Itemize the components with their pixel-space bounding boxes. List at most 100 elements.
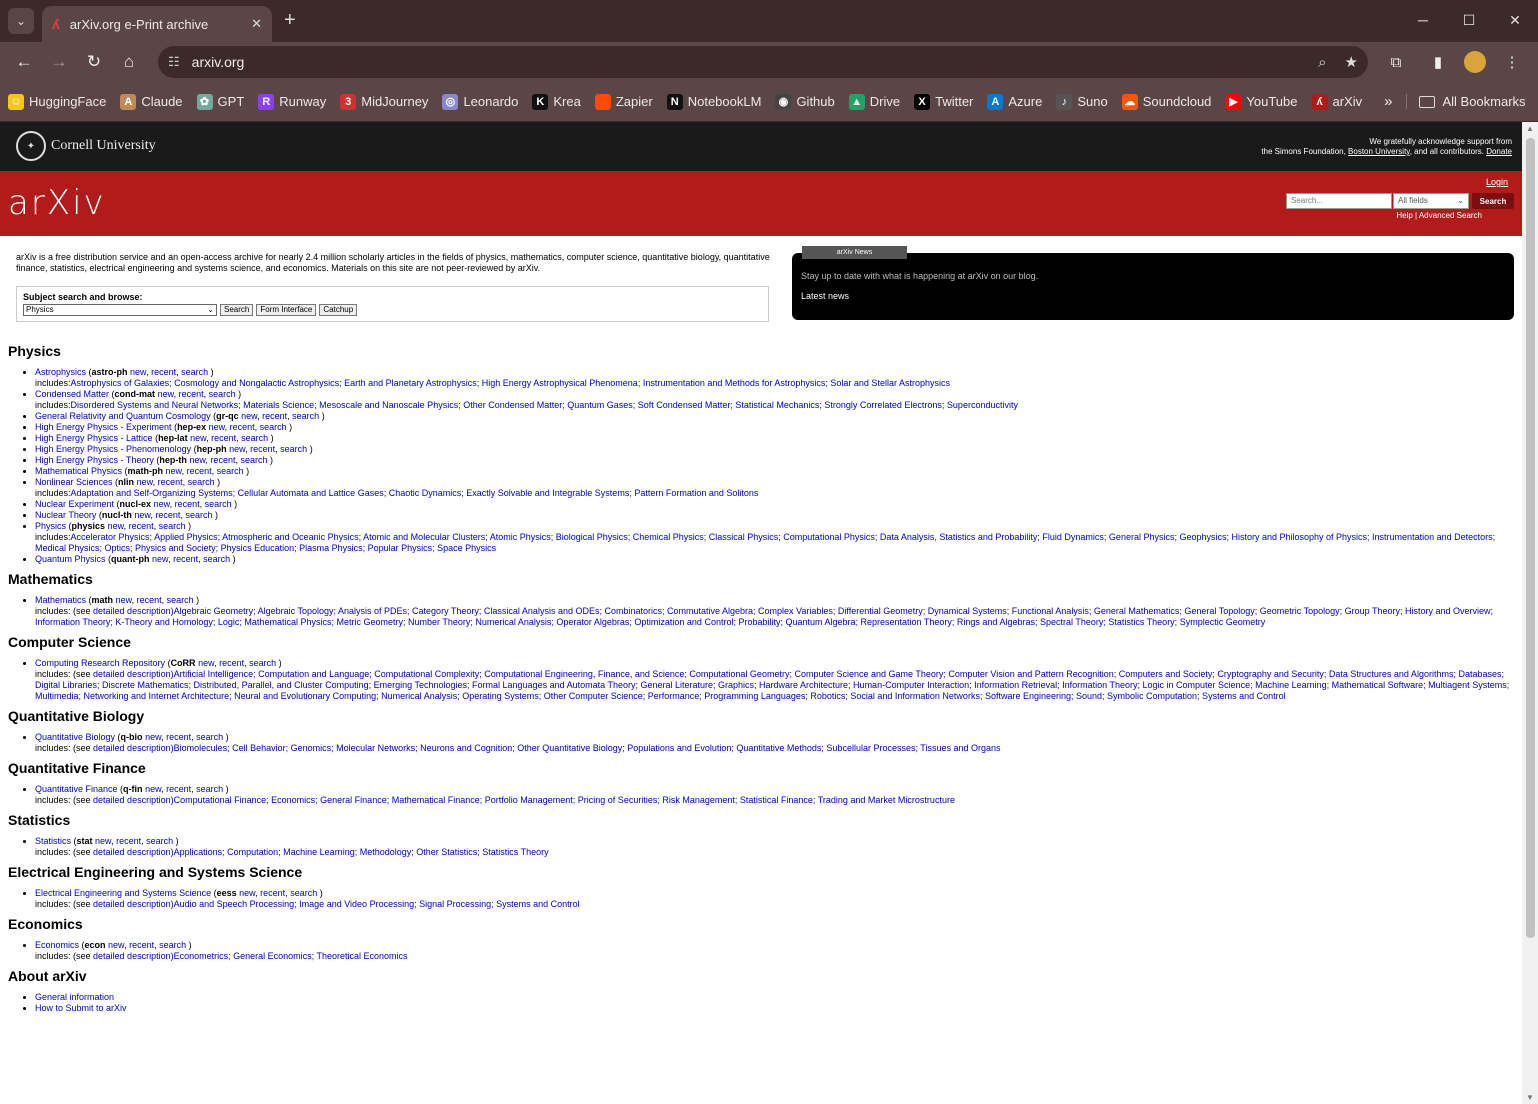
archive-search-link[interactable]: search [196, 732, 223, 742]
archive-link[interactable]: Mathematics [35, 595, 86, 605]
back-arrow-icon[interactable]: ← [8, 46, 40, 78]
url-text[interactable]: arxiv.org [192, 54, 1300, 70]
detailed-description-link[interactable]: detailed description) [93, 847, 174, 857]
cornell-name[interactable]: Cornell University [51, 138, 156, 154]
bookmark-item[interactable]: A Azure [987, 93, 1042, 110]
search-field-select[interactable]: All fields ⌄ [1393, 193, 1469, 209]
archive-new-link[interactable]: new [145, 784, 161, 794]
page-scrollbar[interactable]: ▲ ▼ [1522, 122, 1538, 1104]
archive-recent-link[interactable]: recent [173, 554, 198, 564]
donate-link[interactable]: Donate [1486, 147, 1512, 156]
archive-new-link[interactable]: new [229, 444, 245, 454]
bookmark-item[interactable]: ☁ Soundcloud [1121, 93, 1211, 110]
archive-new-link[interactable]: new [130, 367, 146, 377]
forward-arrow-icon[interactable]: → [43, 46, 75, 78]
archive-recent-link[interactable]: recent [210, 455, 235, 465]
archive-link[interactable]: How to Submit to arXiv [35, 1003, 127, 1013]
archive-search-link[interactable]: search [167, 595, 194, 605]
subcategory-links[interactable]: Accelerator Physics; Applied Physics; At… [35, 532, 1495, 553]
tab-arxiv[interactable]: ʎ arXiv.org e-Print archive ✕ [42, 6, 272, 42]
zoom-magnifier-icon[interactable]: ⌕ [1318, 54, 1326, 71]
latest-news-link[interactable]: Latest news [801, 291, 849, 301]
subcategory-links[interactable]: Astrophysics of Galaxies; Cosmology and … [71, 378, 950, 388]
archive-link[interactable]: Statistics [35, 836, 71, 846]
archive-recent-link[interactable]: recent [137, 595, 162, 605]
archive-new-link[interactable]: new [158, 389, 174, 399]
archive-recent-link[interactable]: recent [219, 658, 244, 668]
archive-new-link[interactable]: new [108, 940, 124, 950]
more-bookmarks-chevron-icon[interactable]: » [1384, 93, 1392, 110]
subcategory-links[interactable]: Adaptation and Self-Organizing Systems; … [71, 488, 759, 498]
catchup-button[interactable]: Catchup [319, 304, 358, 316]
archive-new-link[interactable]: new [154, 499, 170, 509]
tab-search-chevron-icon[interactable]: ⌄ [8, 8, 34, 34]
archive-recent-link[interactable]: recent [155, 510, 180, 520]
archive-link[interactable]: Electrical Engineering and Systems Scien… [35, 888, 211, 898]
search-button[interactable]: Search [1472, 193, 1514, 209]
bookmark-item[interactable]: X Twitter [914, 93, 973, 110]
subject-search-button[interactable]: Search [220, 304, 254, 316]
subcategory-links[interactable]: Biomolecules; Cell Behavior; Genomics; M… [174, 743, 1001, 753]
archive-new-link[interactable]: new [116, 595, 132, 605]
maximize-icon[interactable]: ☐ [1446, 0, 1492, 40]
archive-new-link[interactable]: new [209, 422, 225, 432]
scroll-up-icon[interactable]: ▲ [1526, 124, 1534, 133]
archive-link[interactable]: Nuclear Experiment [35, 499, 114, 509]
cornell-seal-icon[interactable]: ✦ [16, 131, 46, 161]
archive-search-link[interactable]: search [292, 411, 319, 421]
archive-link[interactable]: Physics [35, 521, 66, 531]
archive-recent-link[interactable]: recent [187, 466, 212, 476]
archive-link[interactable]: Nuclear Theory [35, 510, 96, 520]
archive-recent-link[interactable]: recent [158, 477, 183, 487]
archive-new-link[interactable]: new [198, 658, 214, 668]
archive-new-link[interactable]: new [190, 433, 206, 443]
boston-university-link[interactable]: Boston University [1348, 147, 1410, 156]
bookmark-item[interactable]: K Krea [532, 93, 581, 110]
archive-search-link[interactable]: search [280, 444, 307, 454]
archive-new-link[interactable]: new [189, 455, 205, 465]
new-tab-plus-icon[interactable]: + [284, 10, 296, 30]
archive-search-link[interactable]: search [241, 433, 268, 443]
address-bar[interactable]: ☷ arxiv.org ⌕ ★ [158, 46, 1368, 78]
bookmark-item[interactable]: ✿ GPT [196, 93, 244, 110]
archive-link[interactable]: Mathematical Physics [35, 466, 122, 476]
side-panel-icon[interactable]: ▮ [1422, 46, 1454, 78]
archive-search-link[interactable]: search [240, 455, 267, 465]
archive-link[interactable]: Quantum Physics [35, 554, 106, 564]
login-link[interactable]: Login [1486, 177, 1508, 187]
archive-new-link[interactable]: new [95, 836, 111, 846]
archive-link[interactable]: Economics [35, 940, 79, 950]
minimize-icon[interactable]: ─ [1400, 0, 1446, 40]
arxiv-logo[interactable]: arXiv [8, 183, 106, 223]
archive-recent-link[interactable]: recent [116, 836, 141, 846]
subcategory-links[interactable]: Disordered Systems and Neural Networks; … [71, 400, 1018, 410]
bookmark-item[interactable]: ▲ Drive [848, 93, 900, 110]
archive-link[interactable]: Computing Research Repository [35, 658, 165, 668]
archive-new-link[interactable]: new [145, 732, 161, 742]
archive-search-link[interactable]: search [185, 510, 212, 520]
archive-search-link[interactable]: search [203, 554, 230, 564]
reload-icon[interactable]: ↻ [78, 46, 110, 78]
bookmark-item[interactable]: ☺ HuggingFace [8, 93, 106, 110]
tab-close-icon[interactable]: ✕ [251, 16, 262, 32]
archive-link[interactable]: Quantitative Biology [35, 732, 115, 742]
archive-search-link[interactable]: search [290, 888, 317, 898]
archive-link[interactable]: Condensed Matter [35, 389, 109, 399]
bookmark-item[interactable]: ▶ YouTube [1225, 93, 1298, 110]
archive-recent-link[interactable]: recent [166, 784, 191, 794]
archive-link[interactable]: High Energy Physics - Theory [35, 455, 154, 465]
detailed-description-link[interactable]: detailed description) [93, 795, 174, 805]
bookmark-item[interactable]: R Runway [258, 93, 326, 110]
close-window-icon[interactable]: ✕ [1492, 0, 1538, 40]
bookmark-item[interactable]: ◎ Leonardo [442, 93, 518, 110]
form-interface-button[interactable]: Form Interface [256, 304, 317, 316]
archive-new-link[interactable]: new [134, 510, 150, 520]
subcategory-links[interactable]: Artificial Intelligence; Computation and… [35, 669, 1509, 701]
search-input[interactable]: Search... [1286, 193, 1392, 209]
archive-link[interactable]: Nonlinear Sciences [35, 477, 113, 487]
archive-recent-link[interactable]: recent [129, 940, 154, 950]
scroll-down-icon[interactable]: ▼ [1526, 1093, 1534, 1102]
archive-recent-link[interactable]: recent [211, 433, 236, 443]
archive-new-link[interactable]: new [152, 554, 168, 564]
archive-recent-link[interactable]: recent [230, 422, 255, 432]
